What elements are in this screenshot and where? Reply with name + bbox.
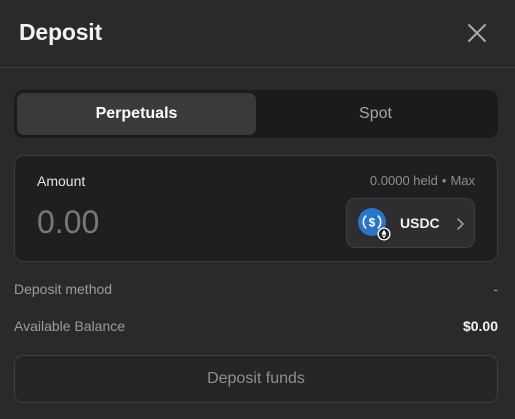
amount-label: Amount [37, 173, 86, 189]
amount-input[interactable] [37, 202, 287, 242]
close-icon[interactable] [466, 22, 488, 44]
available-balance-row: Available Balance $0.00 [14, 318, 498, 338]
svg-text:$: $ [369, 216, 376, 230]
held-balance: 0.0000 held • Max [370, 173, 475, 188]
token-selector-button[interactable]: $ USDC [346, 198, 475, 248]
chevron-right-icon [455, 217, 465, 231]
tab-perpetuals[interactable]: Perpetuals [17, 93, 256, 135]
deposit-method-row: Deposit method - [14, 281, 498, 301]
deposit-method-label: Deposit method [14, 281, 113, 297]
held-text: 0.0000 held [369, 173, 438, 188]
available-balance-label: Available Balance [14, 318, 126, 334]
tab-spot[interactable]: Spot [256, 93, 495, 135]
available-balance-value: $0.00 [462, 318, 498, 334]
max-button[interactable]: Max [450, 173, 475, 188]
held-separator: • [441, 173, 447, 188]
deposit-method-value: - [493, 281, 498, 297]
market-type-toggle: Perpetuals Spot [14, 90, 498, 138]
dialog-title: Deposit [19, 19, 102, 45]
dialog-header: Deposit [0, 0, 515, 68]
amount-card: Amount 0.0000 held • Max $ USDC [14, 155, 498, 262]
token-symbol: USDC [400, 215, 440, 231]
usdc-token-icon: $ [357, 207, 391, 241]
deposit-dialog: Deposit Perpetuals Spot Amount 0.0000 he… [0, 0, 515, 419]
deposit-funds-button[interactable]: Deposit funds [14, 355, 498, 403]
